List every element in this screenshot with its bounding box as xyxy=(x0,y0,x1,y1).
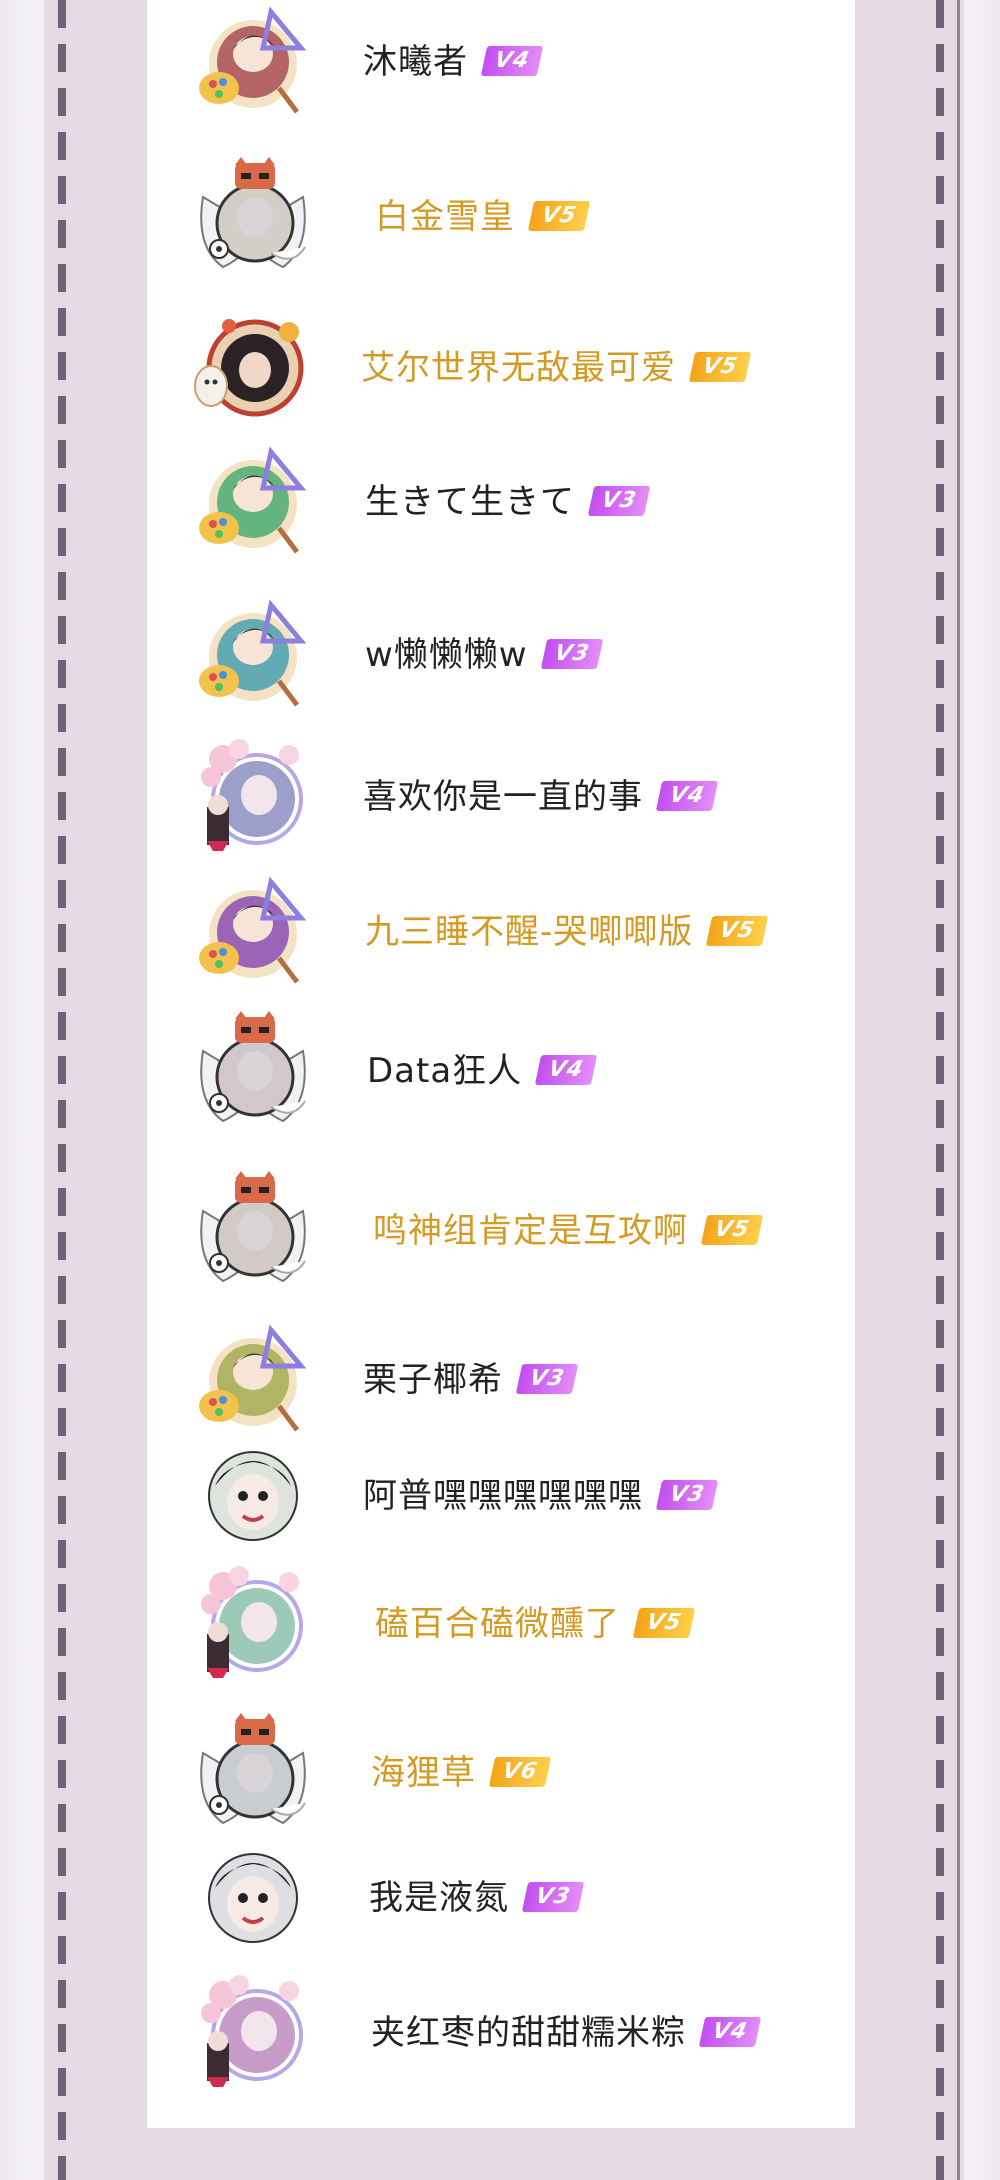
username: 生きて生きて xyxy=(365,482,575,522)
user-name-line[interactable]: 九三睡不醒-哭唧唧版 V5 xyxy=(365,912,769,952)
user-name-line[interactable]: Data狂人 V4 xyxy=(367,1051,598,1091)
user-list-card: 沐曦者 V4 白金雪皇 V5 艾尔世界无敌最可爱 V5 生きて生きて V3 w懒… xyxy=(147,0,855,2128)
level-badge: V3 xyxy=(515,1363,579,1394)
user-avatar[interactable] xyxy=(193,1713,313,1833)
left-dashed-border xyxy=(58,0,66,2180)
user-name-line[interactable]: 栗子椰希 V3 xyxy=(363,1360,579,1400)
user-row[interactable]: 艾尔世界无敌最可爱 V5 xyxy=(147,298,855,438)
username: w懒懒懒w xyxy=(365,635,528,675)
username: 白金雪皇 xyxy=(375,197,515,237)
user-name-line[interactable]: 艾尔世界无敌最可爱 V5 xyxy=(361,348,752,388)
user-row[interactable]: 喜欢你是一直的事 V4 xyxy=(147,727,855,867)
user-row[interactable]: Data狂人 V4 xyxy=(147,1001,855,1141)
user-row[interactable]: 阿普嘿嘿嘿嘿嘿嘿 V3 xyxy=(147,1426,855,1566)
user-avatar[interactable] xyxy=(193,1011,313,1131)
username: 艾尔世界无敌最可爱 xyxy=(361,348,676,388)
user-avatar[interactable] xyxy=(193,1436,313,1556)
level-badge: V5 xyxy=(527,200,591,231)
level-badge: V5 xyxy=(688,351,752,382)
user-name-line[interactable]: 生きて生きて V3 xyxy=(365,482,651,522)
level-badge: V5 xyxy=(632,1607,696,1638)
username: 九三睡不醒-哭唧唧版 xyxy=(365,912,694,952)
user-row[interactable]: 沐曦者 V4 xyxy=(147,0,855,132)
user-avatar[interactable] xyxy=(193,1171,313,1291)
user-name-line[interactable]: w懒懒懒w V3 xyxy=(365,635,603,675)
user-avatar[interactable] xyxy=(193,595,313,715)
level-badge: V4 xyxy=(698,2016,762,2047)
level-badge: V4 xyxy=(655,780,719,811)
user-row[interactable]: 磕百合磕微醺了 V5 xyxy=(147,1554,855,1694)
level-badge: V3 xyxy=(587,485,651,516)
user-row[interactable]: 夹红枣的甜甜糯米粽 V4 xyxy=(147,1963,855,2103)
right-dashed-border xyxy=(936,0,944,2180)
user-row[interactable]: 生きて生きて V3 xyxy=(147,432,855,572)
user-name-line[interactable]: 喜欢你是一直的事 V4 xyxy=(363,777,719,817)
user-avatar[interactable] xyxy=(193,442,313,562)
username: 夹红枣的甜甜糯米粽 xyxy=(371,2013,686,2053)
username: 鸣神组肯定是互攻啊 xyxy=(373,1211,688,1251)
level-badge: V3 xyxy=(540,638,603,669)
user-avatar[interactable] xyxy=(193,872,313,992)
username: 我是液氮 xyxy=(369,1878,509,1918)
user-avatar[interactable] xyxy=(193,1973,313,2093)
username: 海狸草 xyxy=(371,1753,476,1793)
level-badge: V3 xyxy=(521,1881,585,1912)
username: 栗子椰希 xyxy=(363,1360,503,1400)
level-badge: V4 xyxy=(534,1054,598,1085)
level-badge: V3 xyxy=(655,1479,719,1510)
username: Data狂人 xyxy=(367,1051,523,1091)
user-avatar[interactable] xyxy=(193,308,313,428)
user-name-line[interactable]: 夹红枣的甜甜糯米粽 V4 xyxy=(371,2013,762,2053)
user-row[interactable]: w懒懒懒w V3 xyxy=(147,585,855,725)
user-name-line[interactable]: 鸣神组肯定是互攻啊 V5 xyxy=(373,1211,764,1251)
level-badge: V5 xyxy=(706,915,769,946)
user-name-line[interactable]: 我是液氮 V3 xyxy=(369,1878,585,1918)
user-avatar[interactable] xyxy=(193,2,313,122)
username: 沐曦者 xyxy=(363,42,468,82)
user-row[interactable]: 鸣神组肯定是互攻啊 V5 xyxy=(147,1161,855,1301)
level-badge: V5 xyxy=(700,1214,764,1245)
user-name-line[interactable]: 沐曦者 V4 xyxy=(363,42,544,82)
user-name-line[interactable]: 磕百合磕微醺了 V5 xyxy=(375,1604,696,1644)
user-avatar[interactable] xyxy=(193,1320,313,1440)
right-edge-line xyxy=(957,0,960,2180)
user-name-line[interactable]: 白金雪皇 V5 xyxy=(375,197,591,237)
user-row[interactable]: 九三睡不醒-哭唧唧版 V5 xyxy=(147,862,855,1002)
username: 喜欢你是一直的事 xyxy=(363,777,643,817)
user-row[interactable]: 白金雪皇 V5 xyxy=(147,147,855,287)
user-avatar[interactable] xyxy=(193,157,313,277)
user-avatar[interactable] xyxy=(193,737,313,857)
user-row[interactable]: 海狸草 V6 xyxy=(147,1703,855,1843)
level-badge: V4 xyxy=(480,45,544,76)
user-name-line[interactable]: 阿普嘿嘿嘿嘿嘿嘿 V3 xyxy=(363,1476,719,1516)
level-badge: V6 xyxy=(488,1756,552,1787)
user-avatar[interactable] xyxy=(193,1564,313,1684)
user-name-line[interactable]: 海狸草 V6 xyxy=(371,1753,552,1793)
username: 阿普嘿嘿嘿嘿嘿嘿 xyxy=(363,1476,643,1516)
user-avatar[interactable] xyxy=(193,1838,313,1958)
username: 磕百合磕微醺了 xyxy=(375,1604,620,1644)
user-row[interactable]: 我是液氮 V3 xyxy=(147,1828,855,1968)
